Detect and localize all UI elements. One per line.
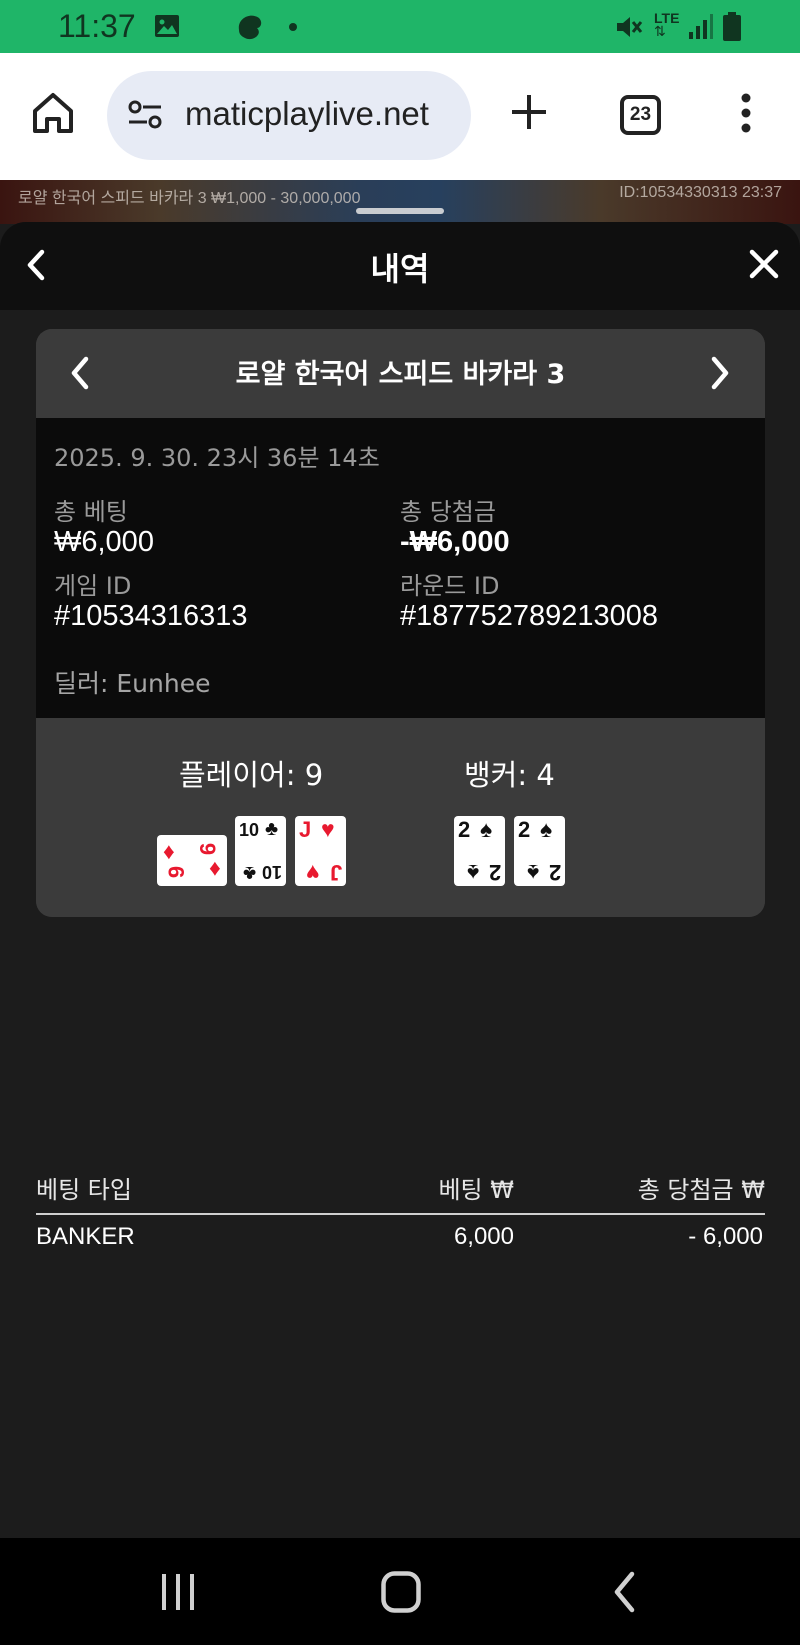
card-rank-bottom: 10 — [261, 862, 282, 882]
card-suit: ♥ — [321, 816, 335, 842]
site-settings-icon[interactable] — [127, 99, 163, 131]
game-title: 로얄 한국어 스피드 바카라 3 — [235, 359, 566, 390]
round-detail-card: 로얄 한국어 스피드 바카라 3 2025. 9. 30. 23시 36분 14… — [36, 329, 765, 917]
banker-card-1: 2 ♠ 2 ♠ — [454, 816, 505, 886]
card-header: 로얄 한국어 스피드 바카라 3 — [36, 329, 765, 418]
nav-back-icon[interactable] — [612, 1571, 638, 1613]
col-header-bet: 베팅 ₩ — [438, 1176, 514, 1204]
round-result: 플레이어: 9 뱅커: 4 9 ♦ 9 ♦ 10 ♣ 10 ♣ J ♥ J ♥ 2 ♠ 2 ♠ 2 ♠ 2 ♠ — [36, 718, 765, 917]
round-datetime: 2025. 9. 30. 23시 36분 14초 — [54, 444, 380, 472]
recent-apps-icon[interactable] — [160, 1573, 196, 1611]
history-panel: 내역 로얄 한국어 스피드 바카라 3 2025. 9. 30. 23시 36분… — [0, 222, 800, 1538]
row-win-amount: - 6,000 — [688, 1223, 763, 1250]
col-header-win: 총 당첨금 ₩ — [637, 1176, 765, 1204]
card-rank: 2 — [458, 817, 471, 842]
sheet-drag-handle[interactable] — [356, 208, 444, 214]
url-bar[interactable]: maticplaylive.net — [107, 71, 471, 160]
home-button-icon[interactable] — [381, 1571, 421, 1613]
game-info-strip: 로얄 한국어 스피드 바카라 3 ₩1,000 - 30,000,000 ID:… — [0, 180, 800, 224]
player-card-2: 10 ♣ 10 ♣ — [235, 816, 286, 886]
banker-card-2: 2 ♠ 2 ♠ — [514, 816, 565, 886]
table-divider — [36, 1213, 765, 1215]
round-id-label: 라운드 ID — [400, 572, 500, 600]
battery-icon — [723, 12, 741, 41]
card-suit: ♠ — [480, 816, 493, 842]
card-suit-bottom: ♣ — [242, 862, 256, 884]
game-id-text: ID:10534330313 23:37 — [619, 184, 782, 201]
new-tab-icon[interactable] — [510, 93, 548, 131]
card-rank: 10 — [239, 820, 260, 840]
status-bar: 11:37 LTE ⇅ — [0, 0, 800, 53]
panel-header: 내역 — [0, 222, 800, 310]
card-suit: ♠ — [540, 816, 553, 842]
status-time: 11:37 — [58, 8, 136, 44]
row-bet-type: BANKER — [36, 1223, 135, 1250]
next-round-icon[interactable] — [708, 355, 732, 391]
app-icon — [238, 15, 262, 40]
signal-icon — [689, 14, 713, 39]
game-id-value: #10534316313 — [54, 600, 248, 632]
banker-score: 뱅커: 4 — [464, 758, 555, 792]
close-icon[interactable] — [748, 248, 780, 280]
url-text[interactable]: maticplaylive.net — [185, 95, 429, 133]
card-rank: 9 — [195, 842, 221, 856]
mute-icon — [617, 17, 643, 37]
browser-toolbar: maticplaylive.net 23 — [0, 53, 800, 180]
card-rank-bottom: J — [329, 860, 342, 885]
system-nav-bar — [0, 1538, 800, 1645]
card-suit: ♦ — [163, 838, 175, 864]
total-bet-label: 총 베팅 — [54, 498, 128, 526]
player-score: 플레이어: 9 — [179, 758, 324, 792]
game-id-label: 게임 ID — [54, 572, 132, 600]
dot-icon — [289, 23, 297, 31]
panel-title: 내역 — [370, 250, 430, 288]
card-suit-bottom: ♦ — [209, 857, 221, 883]
card-rank-bottom: 2 — [488, 860, 501, 885]
total-win-label: 총 당첨금 — [400, 498, 496, 526]
row-bet-amount: 6,000 — [453, 1223, 514, 1250]
dealer-name: 딜러: Eunhee — [54, 669, 211, 698]
card-rank-bottom: 9 — [163, 865, 189, 879]
round-info: 2025. 9. 30. 23시 36분 14초 총 베팅 ₩6,000 총 당… — [36, 418, 765, 718]
player-card-3: J ♥ J ♥ — [295, 816, 346, 886]
card-rank-bottom: 2 — [548, 860, 561, 885]
card-suit-bottom: ♠ — [466, 860, 479, 886]
total-win-value: -₩6,000 — [400, 526, 510, 558]
round-id-value: #187752789213008 — [400, 600, 659, 632]
card-suit-bottom: ♠ — [526, 860, 539, 886]
card-rank: J — [299, 817, 312, 842]
total-bet-value: ₩6,000 — [54, 526, 154, 558]
card-suit: ♣ — [265, 818, 279, 840]
tab-switcher-button[interactable]: 23 — [620, 95, 661, 135]
lte-icon: LTE ⇅ — [654, 10, 680, 40]
player-card-1: 9 ♦ 9 ♦ — [157, 835, 227, 886]
card-rank: 2 — [518, 817, 531, 842]
card-suit-bottom: ♥ — [306, 860, 320, 886]
home-icon[interactable] — [31, 91, 75, 135]
col-header-bet-type: 베팅 타입 — [36, 1176, 132, 1204]
image-icon — [155, 15, 179, 37]
game-limits-text: 로얄 한국어 스피드 바카라 3 ₩1,000 - 30,000,000 — [18, 190, 361, 207]
more-menu-icon[interactable] — [740, 93, 752, 133]
